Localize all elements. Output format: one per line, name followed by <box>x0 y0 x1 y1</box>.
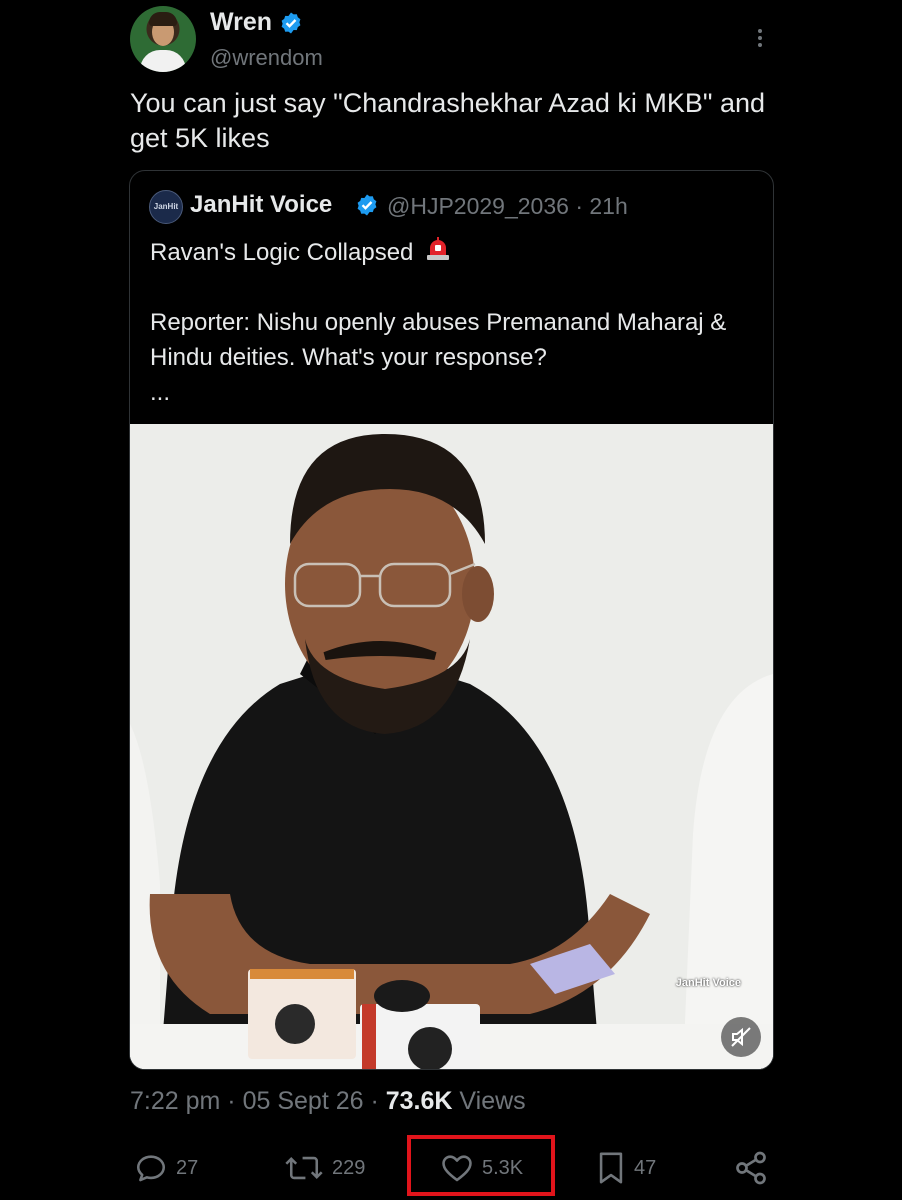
verified-badge-icon <box>281 12 301 34</box>
author-avatar[interactable] <box>130 6 196 72</box>
mute-button[interactable] <box>721 1017 761 1057</box>
quoted-author-avatar[interactable]: JanHit <box>149 190 183 224</box>
video-thumbnail[interactable]: JanHit Voice <box>130 424 773 1069</box>
bookmark-button[interactable]: 47 <box>596 1148 656 1188</box>
views-label: Views <box>459 1087 526 1115</box>
muted-speaker-icon <box>731 1027 751 1047</box>
tweet-meta-row: 7:22 pm · 05 Sept 26 · 73.6K Views <box>130 1087 526 1116</box>
meta-separator: · <box>575 193 583 219</box>
quoted-meta: @HJP2029_2036 · 21h <box>387 193 628 220</box>
like-highlight-box <box>407 1135 555 1196</box>
siren-emoji-icon <box>427 237 450 260</box>
repost-icon <box>285 1156 323 1180</box>
meta-separator: · <box>227 1087 243 1115</box>
quoted-verified-badge-icon <box>357 194 377 216</box>
meta-separator: · <box>370 1087 386 1115</box>
views-count: 73.6K <box>385 1087 453 1115</box>
tweet-date[interactable]: 05 Sept 26 <box>243 1087 364 1115</box>
author-name-row[interactable]: Wren <box>210 8 303 37</box>
quoted-author-name[interactable]: JanHit Voice <box>190 191 332 219</box>
quoted-author-handle[interactable]: @HJP2029_2036 <box>387 193 569 219</box>
share-icon <box>736 1151 766 1185</box>
more-options-icon[interactable] <box>750 26 770 52</box>
repost-button[interactable]: 229 <box>284 1148 365 1188</box>
quoted-tweet-age[interactable]: 21h <box>589 193 627 219</box>
reply-icon <box>136 1155 166 1182</box>
quoted-ellipsis: ... <box>150 379 171 406</box>
repost-count: 229 <box>332 1156 366 1179</box>
share-button[interactable] <box>733 1148 777 1188</box>
quoted-tweet-text: Ravan's Logic Collapsed Reporter: Nishu … <box>150 235 750 410</box>
video-watermark: JanHit Voice <box>675 977 741 989</box>
video-frame-illustration <box>130 424 773 1069</box>
reply-button[interactable]: 27 <box>134 1148 198 1188</box>
tweet-text: You can just say "Chandrashekhar Azad ki… <box>130 88 766 153</box>
quoted-headline: Ravan's Logic Collapsed <box>150 239 414 266</box>
tweet-time[interactable]: 7:22 pm <box>130 1087 220 1115</box>
bookmark-icon <box>599 1152 623 1184</box>
quoted-body: Reporter: Nishu openly abuses Premanand … <box>150 309 727 371</box>
author-handle[interactable]: @wrendom <box>210 45 323 71</box>
quoted-tweet-card[interactable]: JanHit JanHit Voice @HJP2029_2036 · 21h … <box>129 170 774 1070</box>
author-name[interactable]: Wren <box>210 8 272 36</box>
bookmark-count: 47 <box>634 1156 657 1179</box>
reply-count: 27 <box>176 1156 199 1179</box>
